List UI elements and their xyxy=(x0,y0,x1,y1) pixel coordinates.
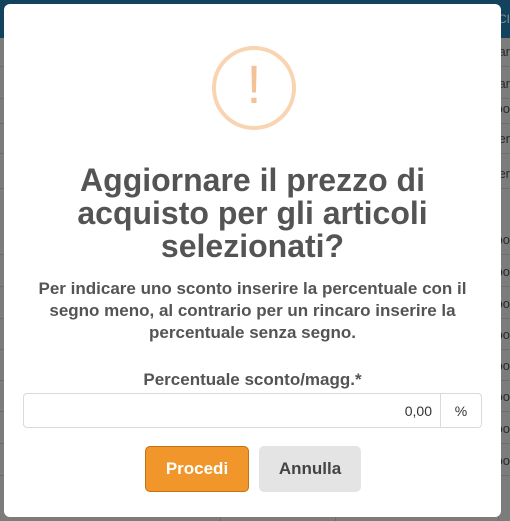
percentage-input[interactable] xyxy=(24,394,440,427)
percent-addon: % xyxy=(440,394,481,427)
percentage-input-group: % xyxy=(23,393,482,428)
cancel-button[interactable]: Annulla xyxy=(259,446,361,492)
percentage-field-label: Percentuale sconto/magg.* xyxy=(143,370,362,389)
warning-icon-glyph: ! xyxy=(246,55,262,115)
dialog-title: Aggiornare il prezzo di acquisto per gli… xyxy=(77,162,428,264)
warning-icon: ! xyxy=(212,46,296,130)
confirm-dialog: ! Aggiornare il prezzo di acquisto per g… xyxy=(4,4,501,517)
dialog-description: Per indicare uno sconto inserire la perc… xyxy=(38,279,467,342)
confirm-button[interactable]: Procedi xyxy=(145,446,249,492)
